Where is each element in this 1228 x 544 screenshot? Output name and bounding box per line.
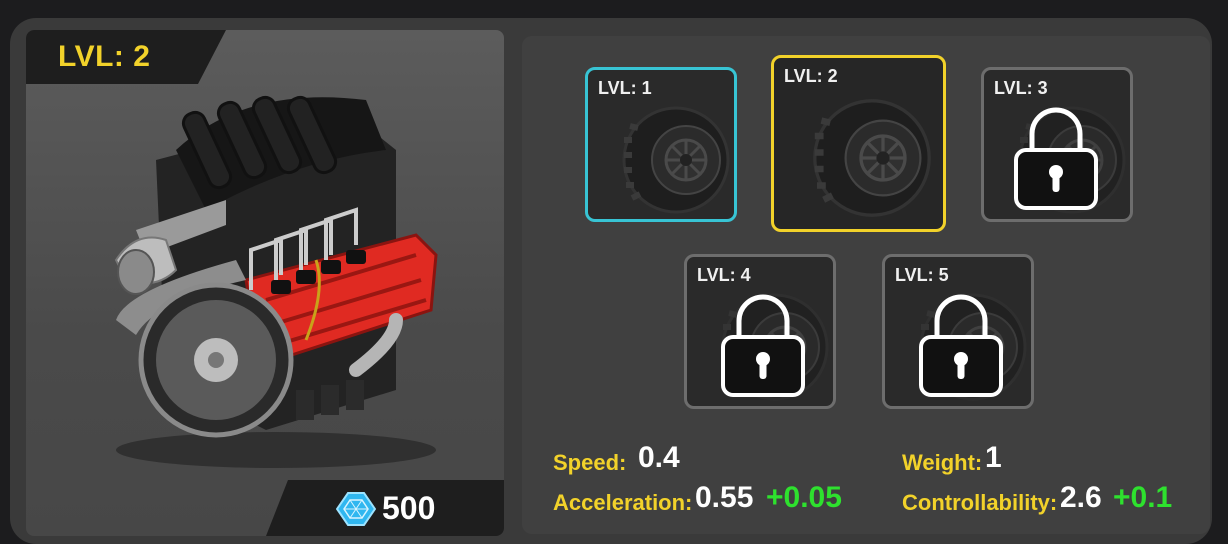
upgrade-card-lvl-1[interactable]: LVL: 1 — [585, 67, 737, 222]
upgrade-card-lvl-4[interactable]: LVL: 4 — [684, 254, 836, 409]
speed-value: 0.4 — [638, 441, 680, 474]
acceleration-label: Acceleration: — [553, 490, 693, 515]
speed-label: Speed: — [553, 450, 627, 475]
weight-value: 1 — [985, 441, 1002, 474]
controllability-label: Controllability: — [902, 490, 1058, 515]
part-level-badge: LVL: 2 — [26, 30, 226, 84]
upgrade-card-label: LVL: 3 — [994, 78, 1048, 98]
engine-image — [114, 95, 438, 468]
upgrade-card-label: LVL: 1 — [598, 78, 652, 98]
upgrade-card-label: LVL: 4 — [697, 265, 751, 285]
upgrade-card-lvl-3[interactable]: LVL: 3 — [981, 67, 1133, 222]
upgrade-card-label: LVL: 5 — [895, 265, 949, 285]
gem-icon — [336, 492, 376, 526]
price-value: 500 — [382, 490, 436, 526]
upgrade-card-lvl-2[interactable]: LVL: 2 — [771, 55, 946, 232]
upgrade-card-label: LVL: 2 — [784, 66, 838, 86]
acceleration-value: 0.55 — [695, 481, 754, 514]
controllability-value: 2.6 — [1060, 481, 1102, 514]
part-preview-panel: LVL: 2 500 — [26, 30, 504, 536]
part-level-label: LVL: 2 — [58, 40, 151, 73]
controllability-bonus: +0.1 — [1113, 481, 1173, 514]
upgrade-card-lvl-5[interactable]: LVL: 5 — [882, 254, 1034, 409]
price-display: 500 — [266, 480, 504, 536]
acceleration-bonus: +0.05 — [766, 481, 842, 514]
weight-label: Weight: — [902, 450, 983, 475]
